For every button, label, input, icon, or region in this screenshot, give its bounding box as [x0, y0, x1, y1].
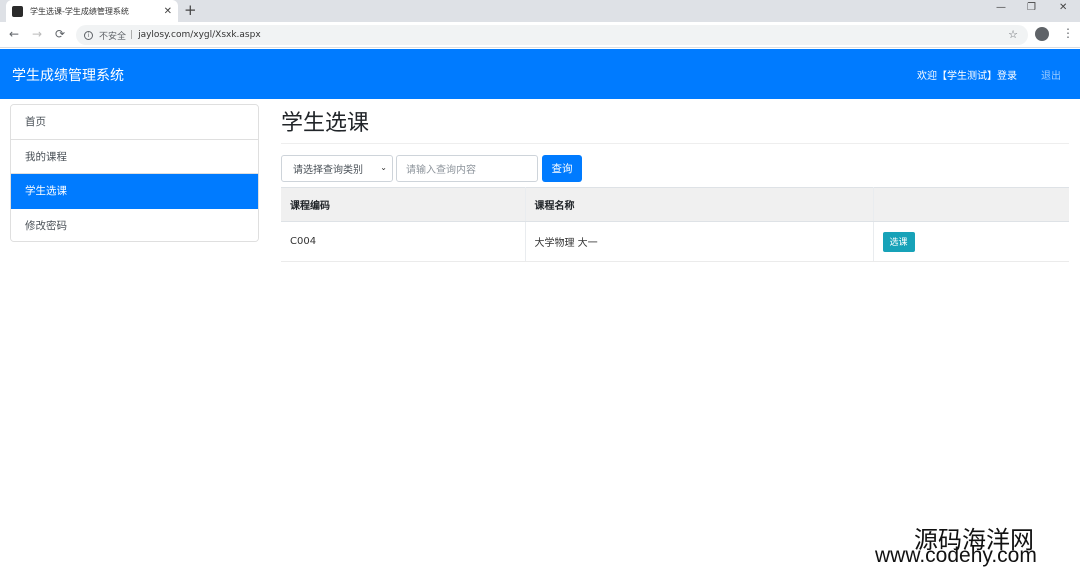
- query-button[interactable]: 查询: [542, 155, 582, 182]
- favicon-icon: [12, 5, 23, 17]
- back-icon[interactable]: ←: [9, 27, 19, 41]
- account-icon[interactable]: [1035, 27, 1049, 41]
- minimize-icon[interactable]: —: [996, 2, 1006, 13]
- tab-title: 学生选课-学生成绩管理系统: [30, 6, 129, 16]
- title-divider: [281, 143, 1069, 144]
- sidebar-menu: 首页 我的课程 学生选课 修改密码: [10, 104, 259, 242]
- browser-tab[interactable]: 学生选课-学生成绩管理系统 ✕: [6, 0, 178, 22]
- header-action: [873, 187, 1069, 222]
- select-course-button[interactable]: 选课: [882, 231, 915, 252]
- bookmark-star-icon[interactable]: ☆: [1008, 28, 1018, 41]
- sidebar-item-course-selection[interactable]: 学生选课: [11, 174, 258, 209]
- insecure-label: 不安全: [99, 31, 127, 42]
- sidebar-item-home[interactable]: 首页: [11, 105, 258, 140]
- browser-tab-bar: 学生选课-学生成绩管理系统 ✕ + — ❐ ✕: [0, 0, 1080, 22]
- new-tab-icon[interactable]: +: [184, 2, 197, 18]
- query-input[interactable]: 请输入查询内容: [396, 155, 538, 182]
- header-course-code: 课程编码: [281, 187, 526, 222]
- window-close-icon[interactable]: ✕: [1059, 2, 1067, 13]
- watermark-url: www.codehy.com: [875, 544, 1037, 567]
- cell-course-name: 大学物理 大一: [525, 221, 874, 262]
- restore-icon[interactable]: ❐: [1027, 2, 1036, 13]
- cell-action: 选课: [873, 221, 1069, 262]
- url-text: jaylosy.com/xygl/Xsxk.aspx: [138, 30, 261, 40]
- info-icon[interactable]: i: [84, 30, 93, 40]
- page-title: 学生选课: [281, 111, 370, 136]
- reload-icon[interactable]: ⟳: [55, 27, 65, 41]
- sidebar-item-change-password[interactable]: 修改密码: [11, 208, 258, 241]
- url-separator: |: [130, 30, 134, 40]
- sidebar-item-my-courses[interactable]: 我的课程: [11, 139, 258, 174]
- cell-course-code: C004: [281, 221, 526, 262]
- welcome-text: 欢迎【学生测试】登录: [917, 71, 1017, 82]
- app-navbar: 学生成绩管理系统 欢迎【学生测试】登录 退出: [0, 49, 1080, 99]
- browser-menu-icon[interactable]: ⋮: [1062, 26, 1074, 40]
- address-bar[interactable]: i 不安全 | jaylosy.com/xygl/Xsxk.aspx ☆: [76, 25, 1028, 45]
- query-category-select[interactable]: 请选择查询类别 ⌄: [281, 155, 393, 182]
- forward-icon[interactable]: →: [32, 27, 42, 41]
- course-table: 课程编码 课程名称 C004 大学物理 大一 选课: [281, 187, 1069, 262]
- browser-toolbar: ← → ⟳ i 不安全 | jaylosy.com/xygl/Xsxk.aspx…: [0, 22, 1080, 48]
- logout-link[interactable]: 退出: [1041, 67, 1061, 82]
- table-row: C004 大学物理 大一 选课: [281, 221, 1069, 262]
- tab-close-icon[interactable]: ✕: [164, 6, 172, 17]
- header-course-name: 课程名称: [525, 187, 874, 222]
- app-brand[interactable]: 学生成绩管理系统: [12, 65, 124, 85]
- chevron-down-icon: ⌄: [380, 163, 387, 172]
- select-value: 请选择查询类别: [293, 165, 363, 176]
- table-header-row: 课程编码 课程名称: [281, 187, 1069, 222]
